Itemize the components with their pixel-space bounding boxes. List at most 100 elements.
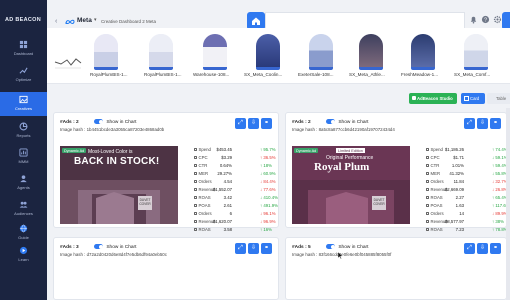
sidebar-item-mmm[interactable]: MMM	[0, 148, 47, 170]
ad-thumbnail-label: ExeterSale-108...	[298, 72, 334, 77]
metric-delta: ↑ 18%	[260, 163, 272, 168]
dynamic-ad-badge: Dynamic Ad	[294, 148, 319, 153]
report-icon	[19, 122, 28, 131]
ad-creative-image[interactable]: Dynamic Ad Most-Loved Color is BACK IN S…	[60, 146, 178, 224]
expand-button[interactable]: ⤢	[464, 118, 475, 129]
image-hash: Image hash : 8a5c8a877ccb6d42190af197072…	[292, 127, 395, 132]
metric-icon	[426, 203, 429, 207]
sidebar-item-dashboard[interactable]: Dashboard	[0, 40, 47, 62]
metric-row: ROAS 3.42 ↓ 410.4%	[194, 194, 278, 202]
metric-row: Revenue $8,577.97 ↑ 38%	[426, 218, 504, 226]
meta-logo-icon	[65, 19, 75, 25]
bell-icon[interactable]	[469, 15, 478, 24]
metric-label: MER	[194, 171, 208, 176]
ad-thumbnail-label: RoyalPlumBIS-1...	[144, 72, 182, 77]
ad-creative-image[interactable]: Dynamic Ad Limited Edition Original Perf…	[292, 146, 410, 224]
ad-count: #Ads : 5	[292, 244, 311, 250]
download-button[interactable]: ⇩	[248, 118, 259, 129]
metric-row: ROAS 7.23 ↑ 78.8%	[426, 226, 508, 234]
ad-thumbnail[interactable]	[464, 34, 488, 70]
metric-icon	[426, 171, 429, 175]
metric-row: CPC $3.29 ↑ 36.5%	[194, 154, 276, 162]
sidebar-item-optimize[interactable]: Optimize	[0, 66, 47, 88]
dashboard-title[interactable]: Creative Dashboard 2 Meta	[101, 19, 156, 24]
metric-icon	[194, 203, 197, 207]
image-hash: Image hash : d72a2d0420d6e8d4f7e5db6df94…	[60, 252, 167, 257]
ad-card: #Ads : 2 Show in Chart Image hash : 8a5c…	[285, 112, 510, 232]
download-button[interactable]: ⇩	[248, 243, 259, 254]
ad-thumbnail[interactable]	[411, 34, 435, 70]
show-in-chart-label: Show in Chart	[338, 244, 369, 250]
expand-button[interactable]: ⤢	[235, 243, 246, 254]
metric-value: $8,577.97	[444, 219, 464, 224]
card-view-button[interactable]: Card	[461, 93, 485, 104]
gear-icon[interactable]	[493, 15, 502, 24]
metric-row: Revenue $1,620.07 ↓ 96.9%	[194, 218, 276, 226]
show-in-chart-toggle[interactable]	[94, 119, 104, 124]
metric-icon	[194, 187, 197, 191]
vertical-scrollbar[interactable]	[506, 108, 510, 300]
ad-thumbnail[interactable]	[149, 34, 173, 70]
metric-row: CTR 1.01% ↑ 59.4%	[426, 162, 508, 170]
sidebar-item-creatives[interactable]: Creatives	[0, 92, 47, 116]
download-button[interactable]: ⇩	[477, 118, 488, 129]
sidebar-item-label: Audiences	[14, 211, 33, 216]
sidebar: AD BEACON Dashboard Optimize Creatives R…	[0, 0, 47, 300]
link-button[interactable]: ⚭	[490, 243, 501, 254]
sidebar-item-reports[interactable]: Reports	[0, 122, 47, 144]
sidebar-item-label: Guide	[18, 235, 29, 240]
ad-thumbnail[interactable]	[256, 34, 280, 70]
metric-value: 11.84	[453, 179, 464, 184]
metric-row: ROAS 2.27 ↑ 65.4%	[426, 194, 508, 202]
ad-thumbnail[interactable]	[359, 34, 383, 70]
metric-label: Orders	[194, 211, 212, 216]
platform-select[interactable]: Meta	[77, 17, 92, 24]
sidebar-item-agents[interactable]: Agents	[0, 174, 47, 196]
show-in-chart-toggle[interactable]	[94, 244, 104, 249]
brand-logo: AD BEACON	[4, 17, 41, 23]
show-in-chart-label: Show in Chart	[106, 119, 137, 125]
metric-value: 41.32%	[449, 171, 464, 176]
sidebar-item-label: Dashboard	[13, 51, 34, 56]
metric-value: $3.29	[221, 155, 232, 160]
show-in-chart-toggle[interactable]	[326, 119, 336, 124]
download-button[interactable]: ⇩	[477, 243, 488, 254]
metric-icon	[194, 227, 197, 231]
sidebar-item-learn[interactable]: Learn	[0, 246, 47, 268]
metric-row: POAS 2.61 ↑ 491.9%	[194, 202, 278, 210]
metric-value: 6	[229, 211, 232, 216]
ad-thumbnail-label: Warehouse-108...	[193, 72, 230, 77]
link-button[interactable]: ⚭	[261, 118, 272, 129]
metric-label: CTR	[426, 163, 439, 168]
metric-value: 2.27	[455, 195, 464, 200]
ad-thumbnail[interactable]	[94, 34, 118, 70]
ad-thumbnail-label: RoyalPlumBIS-1...	[90, 72, 128, 77]
show-in-chart-toggle[interactable]	[326, 244, 336, 249]
metrics-list: Spend $1,186.26 ↑ 74.4% CPC $1.71 ↓ 59.1% CTR 1…	[426, 146, 510, 234]
sidebar-item-audiences[interactable]: Audiences	[0, 200, 47, 222]
metric-label: Orders	[194, 179, 212, 184]
link-button[interactable]: ⚭	[261, 243, 272, 254]
sidebar-item-guide[interactable]: Guide	[0, 224, 47, 246]
link-button[interactable]: ⚭	[490, 118, 501, 129]
table-view-button[interactable]: Table	[487, 93, 510, 104]
ad-thumbnail[interactable]	[309, 34, 333, 70]
metric-row: CTR 0.64% ↑ 18%	[194, 162, 272, 170]
ad-thumbnail-label: SX_Meta_Comf...	[454, 72, 491, 77]
metric-row: POAS 1.63 ↑ 117.6%	[426, 202, 510, 210]
expand-button[interactable]: ⤢	[235, 118, 246, 129]
metrics-list: Spend $453.45 ↑ 95.7% CPC $3.29 ↑ 36.5% CTR 0.6…	[194, 146, 278, 234]
view-toolbar: AdBeacon Studio Card Table	[47, 84, 510, 106]
question-icon[interactable]: ?	[481, 15, 490, 24]
chevron-down-icon[interactable]: ▾	[94, 17, 97, 23]
expand-button[interactable]: ⤢	[464, 243, 475, 254]
back-arrow-icon[interactable]: ‹	[55, 18, 57, 25]
metric-label: Spend	[194, 147, 211, 152]
sidebar-item-label: Optimize	[15, 77, 32, 82]
ad-thumbnail[interactable]	[203, 34, 227, 70]
metric-icon	[194, 211, 197, 215]
metric-label: CTR	[194, 163, 207, 168]
mouse-cursor-icon	[338, 252, 343, 259]
adbeacon-studio-button[interactable]: AdBeacon Studio	[409, 93, 457, 104]
show-in-chart-label: Show in Chart	[106, 244, 137, 250]
